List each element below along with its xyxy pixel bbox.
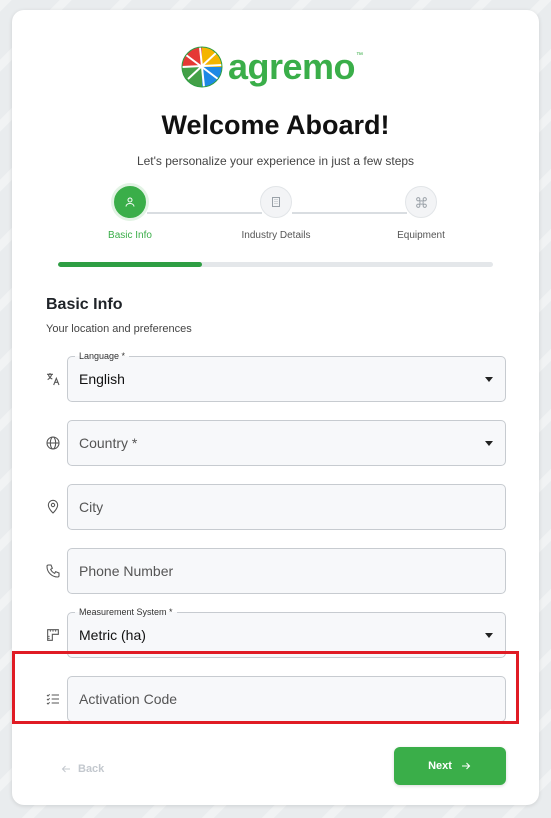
city-placeholder: City	[79, 499, 104, 515]
back-button[interactable]: Back	[60, 758, 104, 780]
country-row: Country *	[40, 420, 506, 466]
chevron-down-icon	[485, 377, 493, 382]
section-subtitle: Your location and preferences	[46, 323, 192, 335]
measurement-label: Measurement System *	[75, 607, 177, 617]
city-input[interactable]: City	[67, 484, 506, 530]
step-basic-info-circle	[114, 186, 146, 218]
phone-input[interactable]: Phone Number	[67, 548, 506, 594]
city-row: City	[40, 484, 506, 530]
step-equipment-circle	[405, 186, 437, 218]
phone-placeholder: Phone Number	[79, 563, 174, 579]
section-title: Basic Info	[46, 296, 123, 313]
brand-trademark: ™	[356, 52, 364, 59]
step-equipment[interactable]: Equipment	[361, 186, 481, 241]
progress-bar-fill	[58, 262, 202, 267]
brand-name: agremo	[228, 46, 356, 87]
language-label: Language *	[75, 351, 130, 361]
step-basic-info-label: Basic Info	[108, 230, 152, 241]
chevron-down-icon	[485, 441, 493, 446]
building-icon	[272, 197, 280, 207]
step-equipment-label: Equipment	[397, 230, 445, 241]
step-industry-details-circle	[260, 186, 292, 218]
page-title: Welcome Aboard!	[161, 110, 390, 140]
page-subtitle: Let's personalize your experience in jus…	[136, 154, 415, 168]
arrow-right-icon	[461, 762, 471, 770]
stepper: Basic Info Industry Details Equipment	[12, 186, 539, 256]
country-placeholder: Country *	[79, 435, 138, 451]
country-select[interactable]: Country *	[67, 420, 506, 466]
location-pin-icon	[47, 499, 59, 514]
user-icon	[125, 197, 135, 207]
step-basic-info[interactable]: Basic Info	[70, 186, 190, 241]
language-row: Language * English	[40, 351, 506, 402]
ruler-icon	[47, 629, 59, 641]
logo-globe-icon	[181, 46, 223, 88]
chevron-down-icon	[485, 633, 493, 638]
translate-icon	[47, 373, 60, 386]
arrow-left-icon	[61, 765, 70, 773]
progress-bar	[58, 262, 493, 267]
phone-icon	[46, 564, 60, 578]
phone-row: Phone Number	[40, 548, 506, 594]
step-industry-details[interactable]: Industry Details	[216, 186, 336, 241]
next-button[interactable]: Next	[394, 747, 506, 785]
back-button-label: Back	[78, 763, 105, 775]
step-industry-details-label: Industry Details	[241, 230, 311, 241]
language-select[interactable]: Language * English	[67, 351, 506, 402]
next-button-label: Next	[428, 760, 452, 772]
drone-icon	[415, 196, 427, 208]
measurement-value: Metric (ha)	[79, 627, 146, 643]
brand-logo: agremo ™	[180, 42, 390, 92]
language-value: English	[79, 371, 125, 387]
globe-icon	[46, 436, 60, 450]
activation-code-highlight	[12, 651, 519, 724]
